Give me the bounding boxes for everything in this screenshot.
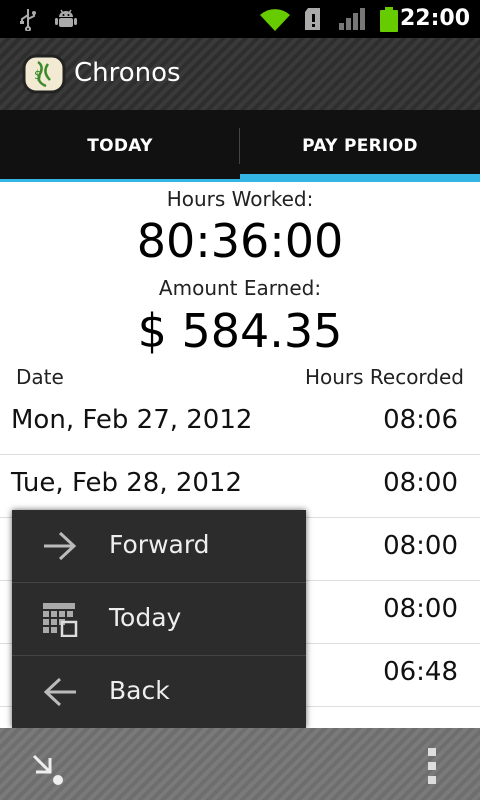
- table-row[interactable]: Tue, Feb 28, 2012 08:00: [0, 455, 480, 518]
- menu-item-label: Forward: [109, 530, 210, 559]
- wifi-icon: [260, 9, 290, 31]
- row-hours: 08:00: [383, 594, 458, 624]
- bottom-action-bar: [0, 728, 480, 800]
- menu-item-forward[interactable]: Forward: [12, 510, 306, 583]
- arrow-right-icon: [44, 531, 77, 561]
- hours-column-header: Hours Recorded: [304, 365, 464, 389]
- row-date: Tue, Feb 28, 2012: [11, 468, 243, 498]
- hours-worked-value: 80:36:00: [136, 214, 344, 268]
- tab-today[interactable]: TODAY: [0, 110, 240, 182]
- battery-icon: [380, 7, 398, 32]
- row-hours: 08:06: [383, 405, 458, 435]
- tab-today-label: TODAY: [87, 136, 153, 156]
- menu-item-label: Back: [109, 676, 170, 705]
- menu-item-label: Today: [109, 603, 182, 632]
- amount-earned-value: $ 584.35: [137, 304, 343, 358]
- app-title: Chronos: [74, 58, 181, 88]
- android-debug-icon: [55, 9, 77, 27]
- status-bar: 22:00: [0, 0, 480, 38]
- signal-icon: [339, 8, 365, 30]
- usb-icon: [20, 9, 36, 31]
- app-logo-icon[interactable]: $: [22, 52, 66, 96]
- row-date: Mon, Feb 27, 2012: [11, 405, 253, 435]
- hours-worked-label: Hours Worked:: [166, 187, 314, 211]
- navigation-popup-menu: Forward Today Back: [12, 510, 306, 728]
- overflow-menu-icon[interactable]: [426, 746, 438, 786]
- row-hours: 08:00: [383, 468, 458, 498]
- tab-bar: TODAY PAY PERIOD: [0, 110, 480, 182]
- amount-earned-label: Amount Earned:: [158, 276, 322, 300]
- tab-pay-period[interactable]: PAY PERIOD: [240, 110, 480, 182]
- clock: 22:00: [399, 6, 470, 31]
- arrow-left-icon: [43, 677, 76, 707]
- menu-item-today[interactable]: Today: [12, 583, 306, 656]
- sleep-icon[interactable]: [28, 746, 68, 786]
- calendar-icon: [43, 603, 78, 637]
- svg-text:$: $: [34, 68, 42, 82]
- sd-card-icon: [305, 8, 320, 30]
- action-bar: $ Chronos: [0, 38, 480, 110]
- menu-item-back[interactable]: Back: [12, 656, 306, 729]
- row-hours: 08:00: [383, 531, 458, 561]
- date-column-header: Date: [16, 365, 64, 389]
- row-hours: 06:48: [383, 657, 458, 687]
- tab-selected-indicator: [240, 174, 480, 182]
- table-row[interactable]: Mon, Feb 27, 2012 08:06: [0, 392, 480, 455]
- tab-pay-period-label: PAY PERIOD: [302, 136, 418, 156]
